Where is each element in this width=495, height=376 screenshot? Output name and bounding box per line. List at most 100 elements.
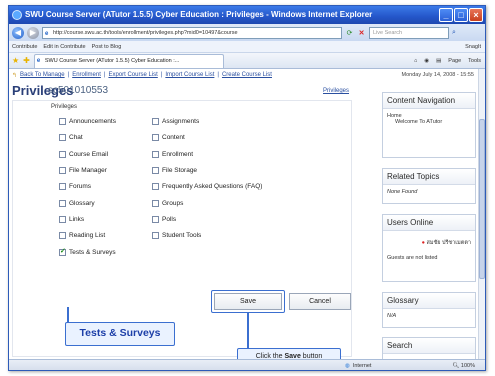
checkbox[interactable] [152, 118, 159, 125]
command-bar: ⌂ ◉ ▤ Page Tools [414, 58, 485, 64]
title-bar: SWU Course Server (ATutor 1.5.5) Cyber E… [9, 6, 485, 24]
favorites-star-icon[interactable]: ★ [12, 56, 19, 65]
privilege-checkbox[interactable]: File Manager [59, 167, 107, 174]
forward-arrow-icon[interactable]: ▶ [27, 26, 39, 39]
panel-body: N/A [387, 313, 397, 319]
checkbox[interactable] [152, 151, 159, 158]
user-icon: ● [421, 240, 425, 246]
add-favorite-icon[interactable]: ✚ [23, 56, 30, 65]
tab-current[interactable]: e SWU Course Server (ATutor 1.5.5) Cyber… [33, 53, 224, 68]
panel-title: Related Topics [383, 169, 475, 185]
checkbox[interactable] [152, 200, 159, 207]
tests-surveys-checkbox[interactable]: Tests & Surveys [59, 247, 116, 256]
checkbox[interactable] [59, 134, 66, 141]
page-content: ↰ Back To Manage | Enrollment | Export Cou… [9, 69, 480, 359]
cancel-button[interactable]: Cancel [289, 293, 351, 310]
privilege-checkbox[interactable]: Frequently Asked Questions (FAQ) [152, 183, 262, 190]
checkbox[interactable] [59, 216, 66, 223]
checkbox[interactable] [152, 167, 159, 174]
privilege-checkbox[interactable]: Student Tools [152, 232, 201, 239]
privilege-checkbox[interactable]: Links [59, 216, 84, 223]
breadcrumb: ↰ Back To Manage | Enrollment | Export Cou… [12, 72, 272, 79]
feeds-icon[interactable]: ◉ [424, 58, 429, 64]
privilege-checkbox[interactable]: Polls [152, 216, 176, 223]
create-course-list-link[interactable]: Create Course List [222, 72, 272, 79]
back-arrow-icon[interactable]: ◀ [12, 26, 24, 39]
home-icon[interactable]: ⌂ [414, 58, 417, 64]
privilege-checkbox[interactable]: File Storage [152, 167, 197, 174]
help-privileges-link[interactable]: Privileges [323, 88, 349, 94]
panel-title: Users Online [383, 215, 475, 231]
privilege-checkbox[interactable]: Assignments [152, 118, 199, 125]
close-button[interactable]: × [469, 8, 483, 22]
status-bar: ◍ Internet 🔍︎ 100% [9, 359, 485, 370]
tab-bar: ★ ✚ e SWU Course Server (ATutor 1.5.5) C… [9, 53, 485, 69]
checkbox-checked[interactable] [59, 247, 66, 256]
search-icon[interactable]: ⌕ [452, 29, 456, 37]
scrollbar-thumb[interactable] [479, 119, 485, 279]
checkbox[interactable] [152, 183, 159, 190]
privilege-checkbox[interactable]: Forums [59, 183, 91, 190]
glossary-panel: Glossary N/A [382, 292, 476, 328]
browser-icon [12, 10, 22, 20]
maximize-button[interactable]: □ [454, 8, 468, 22]
export-course-list-link[interactable]: Export Course List [108, 72, 157, 79]
back-icon: ↰ [12, 73, 18, 79]
snagit-button[interactable]: SnagIt [465, 41, 481, 52]
privilege-checkbox[interactable]: Enrollment [152, 151, 193, 158]
checkbox[interactable] [59, 167, 66, 174]
stop-icon[interactable]: ✕ [357, 29, 366, 37]
import-course-list-link[interactable]: Import Course List [165, 72, 214, 79]
welcome-nav-link[interactable]: Welcome To ATutor [387, 119, 471, 125]
checkbox[interactable] [152, 232, 159, 239]
privilege-checkbox[interactable]: Glossary [59, 200, 95, 207]
privilege-checkbox[interactable]: Course Email [59, 151, 108, 158]
checkbox[interactable] [59, 118, 66, 125]
save-button[interactable]: Save [214, 293, 282, 310]
zone-label: Internet [352, 363, 372, 369]
back-to-manage-link[interactable]: Back To Manage [20, 72, 65, 79]
checkbox[interactable] [59, 200, 66, 207]
tests-surveys-callout: Tests & Surveys [65, 322, 175, 346]
ie-tab-icon: e [36, 57, 41, 64]
vertical-scrollbar[interactable] [478, 69, 485, 359]
content-navigation-panel: Content Navigation Home Welcome To ATuto… [382, 92, 476, 158]
edit-in-contribute-button[interactable]: Edit in Contribute [43, 41, 85, 52]
date-text: Monday July 14, 2008 - 15:55 [401, 72, 474, 78]
zoom-value: 100% [460, 363, 475, 369]
browser-window: SWU Course Server (ATutor 1.5.5) Cyber E… [8, 5, 486, 371]
checkbox[interactable] [59, 232, 66, 239]
address-bar: ◀ ▶ e http://course.swu.ac.th/tools/enro… [9, 24, 485, 41]
privilege-checkbox[interactable]: Content [152, 134, 185, 141]
privilege-checkbox[interactable]: Reading List [59, 232, 105, 239]
print-icon[interactable]: ▤ [436, 58, 441, 64]
privilege-checkbox[interactable]: Announcements [59, 118, 116, 125]
online-user: ● สมชัย ปรีชาเมตตา [421, 240, 471, 246]
panel-body: None Found [387, 189, 418, 195]
zoom-level[interactable]: 🔍︎ 100% [452, 360, 475, 370]
checkbox[interactable] [59, 183, 66, 190]
checkbox[interactable] [152, 216, 159, 223]
checkbox[interactable] [152, 134, 159, 141]
enrollment-link[interactable]: Enrollment [72, 72, 101, 79]
search-input[interactable]: Live Search [369, 26, 449, 39]
users-online-panel: Users Online ● สมชัย ปรีชาเมตตา Guests a… [382, 214, 476, 282]
page-menu[interactable]: Page [448, 58, 461, 64]
contribute-link[interactable]: Contribute [12, 41, 37, 52]
callout-connector [67, 307, 69, 322]
minimize-button[interactable]: _ [439, 8, 453, 22]
tools-menu[interactable]: Tools [468, 58, 481, 64]
window-title: SWU Course Server (ATutor 1.5.5) Cyber E… [25, 10, 373, 19]
search-panel: Search [382, 337, 476, 359]
checkbox[interactable] [59, 151, 66, 158]
privilege-checkbox[interactable]: Chat [59, 134, 83, 141]
url-field[interactable]: e http://course.swu.ac.th/tools/enrollme… [42, 26, 342, 39]
links-bar-right: SnagIt [465, 41, 485, 52]
privileges-label: Privileges [51, 104, 78, 110]
security-zone: ◍ Internet [345, 360, 372, 370]
post-to-blog-button[interactable]: Post to Blog [92, 41, 122, 52]
refresh-icon[interactable]: ⟳ [345, 29, 354, 37]
privilege-checkbox[interactable]: Groups [152, 200, 183, 207]
zoom-icon: 🔍︎ [452, 363, 460, 369]
links-bar: Contribute Edit in Contribute Post to Bl… [9, 41, 485, 53]
